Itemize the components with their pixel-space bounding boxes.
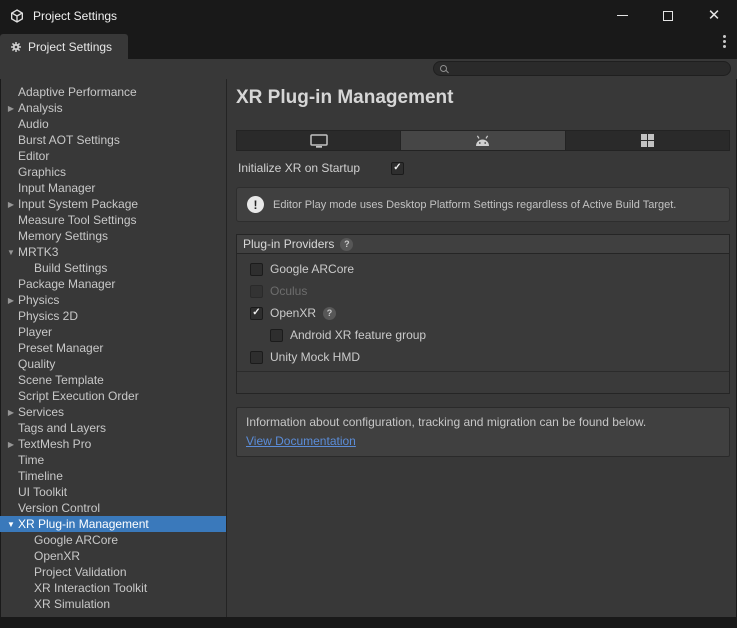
provider-checkbox[interactable] <box>250 262 263 276</box>
close-button[interactable]: ✕ <box>691 0 737 31</box>
window-controls: ✕ <box>599 0 737 31</box>
sidebar-item-input-manager[interactable]: Input Manager <box>0 180 226 196</box>
initialize-xr-checkbox[interactable]: ✓ <box>391 161 404 175</box>
sidebar-item-ui-toolkit[interactable]: UI Toolkit <box>0 484 226 500</box>
sidebar-item-time[interactable]: Time <box>0 452 226 468</box>
sidebar-item-physics[interactable]: ▶ Physics <box>0 292 226 308</box>
provider-google-arcore[interactable]: Google ARCore <box>237 258 729 280</box>
sidebar-item-editor[interactable]: Editor <box>0 148 226 164</box>
warning-icon: ! <box>247 196 264 213</box>
check-icon: ✓ <box>393 162 402 173</box>
sidebar-item-memory-settings[interactable]: Memory Settings <box>0 228 226 244</box>
minimize-button[interactable] <box>599 0 645 31</box>
documentation-box: Information about configuration, trackin… <box>236 407 730 457</box>
more-options-icon[interactable] <box>723 40 726 43</box>
platform-tab-desktop[interactable] <box>237 131 402 150</box>
editor-tab-row: Project Settings <box>0 31 737 59</box>
provider-checkbox[interactable] <box>250 350 263 364</box>
sidebar-item-xr-plug-in-management[interactable]: ▼ XR Plug-in Management <box>0 516 226 532</box>
sidebar-item-build-settings[interactable]: Build Settings <box>0 260 226 276</box>
sidebar-item-timeline[interactable]: Timeline <box>0 468 226 484</box>
provider-checkbox <box>250 284 263 298</box>
help-icon[interactable]: ? <box>340 237 354 251</box>
platform-tab-windows[interactable] <box>565 131 729 150</box>
expanded-arrow-icon[interactable]: ▼ <box>5 520 17 529</box>
collapsed-arrow-icon[interactable]: ▶ <box>5 296 17 305</box>
plugin-providers-group: Plug-in Providers ? Google ARCore Oculus… <box>236 234 730 394</box>
search-row <box>0 59 737 79</box>
tab-label: Project Settings <box>28 39 113 54</box>
sidebar-item-xr-simulation[interactable]: XR Simulation <box>0 596 226 612</box>
sidebar-item-preset-manager[interactable]: Preset Manager <box>0 340 226 356</box>
minimize-icon <box>616 15 628 16</box>
collapsed-arrow-icon[interactable]: ▶ <box>5 104 17 113</box>
gear-icon <box>10 41 22 53</box>
platform-tab-strip <box>236 130 730 151</box>
plugin-providers-list: Google ARCore Oculus ✓ OpenXR ? Android … <box>237 254 729 372</box>
plugin-providers-header: Plug-in Providers ? <box>237 235 729 254</box>
help-icon[interactable]: ? <box>323 306 337 320</box>
platform-tab-android[interactable] <box>401 131 566 150</box>
sidebar-item-mrtk3[interactable]: ▼ MRTK3 <box>0 244 226 260</box>
sidebar-item-graphics[interactable]: Graphics <box>0 164 226 180</box>
search-box[interactable] <box>433 61 731 76</box>
sidebar-item-burst-aot-settings[interactable]: Burst AOT Settings <box>0 132 226 148</box>
sidebar-item-quality[interactable]: Quality <box>0 356 226 372</box>
sidebar-item-input-system-package[interactable]: ▶ Input System Package <box>0 196 226 212</box>
check-icon: ✓ <box>252 307 261 318</box>
sidebar-item-scene-template[interactable]: Scene Template <box>0 372 226 388</box>
editor-playmode-banner: ! Editor Play mode uses Desktop Platform… <box>236 187 730 222</box>
content-area: Adaptive Performance ▶ Analysis Audio Bur… <box>0 79 737 617</box>
sidebar-item-services[interactable]: ▶ Services <box>0 404 226 420</box>
plugin-providers-title: Plug-in Providers <box>243 237 335 251</box>
initialize-xr-row: Initialize XR on Startup ✓ <box>236 161 730 175</box>
sidebar-item-openxr[interactable]: OpenXR <box>0 548 226 564</box>
sidebar-item-version-control[interactable]: Version Control <box>0 500 226 516</box>
expanded-arrow-icon[interactable]: ▼ <box>5 248 17 257</box>
window-title: Project Settings <box>33 8 118 23</box>
documentation-text: Information about configuration, trackin… <box>246 415 647 429</box>
view-documentation-link[interactable]: View Documentation <box>246 434 356 448</box>
page-title: XR Plug-in Management <box>236 87 454 108</box>
settings-sidebar: Adaptive Performance ▶ Analysis Audio Bur… <box>0 79 227 617</box>
sidebar-item-project-validation[interactable]: Project Validation <box>0 564 226 580</box>
sidebar-item-adaptive-performance[interactable]: Adaptive Performance <box>0 84 226 100</box>
sidebar-item-audio[interactable]: Audio <box>0 116 226 132</box>
sidebar-item-measure-tool-settings[interactable]: Measure Tool Settings <box>0 212 226 228</box>
maximize-icon <box>663 10 673 21</box>
banner-text: Editor Play mode uses Desktop Platform S… <box>273 198 677 211</box>
unity-logo-icon <box>9 8 25 24</box>
desktop-monitor-icon <box>309 133 328 148</box>
sidebar-item-tags-and-layers[interactable]: Tags and Layers <box>0 420 226 436</box>
sidebar-item-xr-interaction-toolkit[interactable]: XR Interaction Toolkit <box>0 580 226 596</box>
window-titlebar: Project Settings ✕ <box>0 0 737 31</box>
sidebar-item-google-arcore[interactable]: Google ARCore <box>0 532 226 548</box>
windows-icon <box>640 134 654 147</box>
provider-checkbox[interactable]: ✓ <box>250 306 263 320</box>
provider-openxr[interactable]: ✓ OpenXR ? <box>237 302 729 324</box>
collapsed-arrow-icon[interactable]: ▶ <box>5 408 17 417</box>
plugin-providers-footer <box>237 372 729 393</box>
search-input[interactable] <box>452 62 730 75</box>
maximize-button[interactable] <box>645 0 691 31</box>
provider-android-xr-feature-group[interactable]: Android XR feature group <box>237 324 729 346</box>
collapsed-arrow-icon[interactable]: ▶ <box>5 200 17 209</box>
android-icon <box>474 134 491 147</box>
sidebar-item-script-execution-order[interactable]: Script Execution Order <box>0 388 226 404</box>
close-icon: ✕ <box>707 7 721 24</box>
search-icon <box>440 65 447 72</box>
provider-checkbox[interactable] <box>270 328 283 342</box>
initialize-xr-label: Initialize XR on Startup <box>238 161 361 175</box>
tab-project-settings[interactable]: Project Settings <box>0 34 129 59</box>
sidebar-item-analysis[interactable]: ▶ Analysis <box>0 100 226 116</box>
sidebar-item-player[interactable]: Player <box>0 324 226 340</box>
collapsed-arrow-icon[interactable]: ▶ <box>5 440 17 449</box>
provider-unity-mock-hmd[interactable]: Unity Mock HMD <box>237 346 729 368</box>
provider-oculus: Oculus <box>237 280 729 302</box>
sidebar-item-textmesh-pro[interactable]: ▶ TextMesh Pro <box>0 436 226 452</box>
sidebar-item-physics-2d[interactable]: Physics 2D <box>0 308 226 324</box>
window-bottom-edge <box>0 617 737 628</box>
main-panel: XR Plug-in Management Initialize XR on S… <box>227 79 737 617</box>
sidebar-item-package-manager[interactable]: Package Manager <box>0 276 226 292</box>
